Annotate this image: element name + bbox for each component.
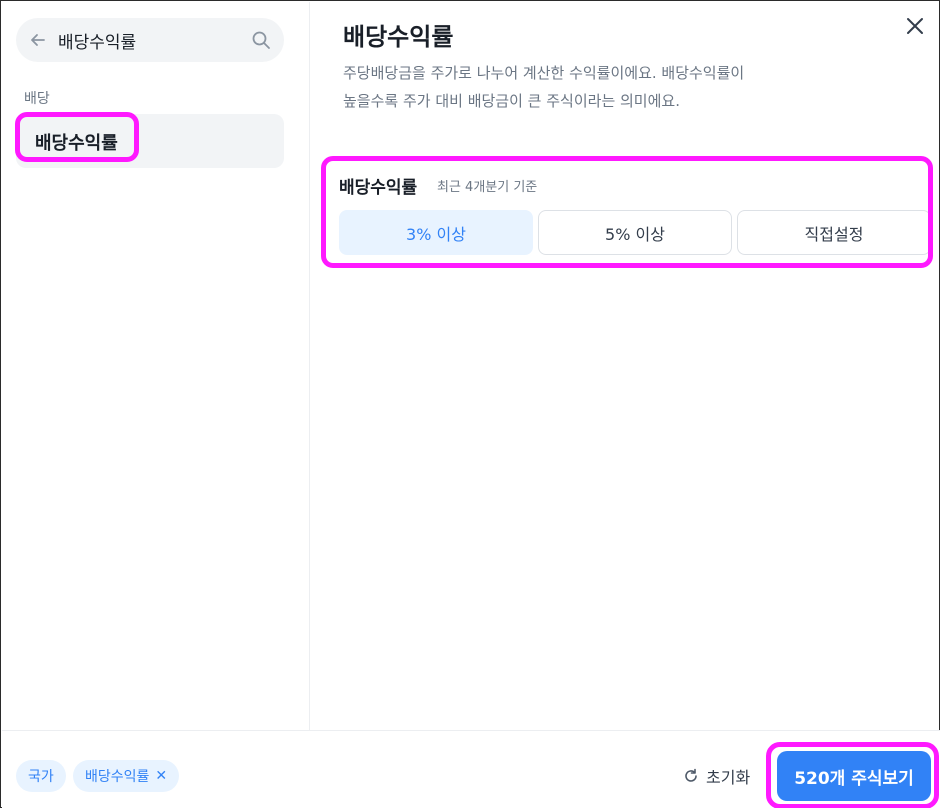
reset-label: 초기화: [706, 768, 751, 787]
sidebar-item-label: 배당수익률: [35, 133, 118, 154]
chip-label: 배당수익률: [85, 769, 150, 785]
option-label: 직접설정: [804, 224, 864, 244]
option-custom[interactable]: 직접설정: [737, 210, 931, 255]
reset-button[interactable]: 초기화: [682, 763, 750, 789]
panel-description: 주당배당금을 주가로 나누어 계산한 수익률이에요. 배당수익률이 높을수록 주…: [343, 59, 883, 115]
filter-subtitle: 최근 4개분기 기준: [437, 180, 538, 195]
option-label: 3% 이상: [406, 224, 466, 244]
option-3-percent[interactable]: 3% 이상: [339, 210, 533, 255]
option-label: 5% 이상: [605, 224, 665, 244]
option-5-percent[interactable]: 5% 이상: [538, 210, 732, 255]
left-panel: 배당수익률 배당 배당수익률: [2, 2, 310, 730]
search-bar[interactable]: 배당수익률: [16, 18, 284, 62]
panel-title: 배당수익률: [343, 23, 454, 51]
screener-window: 배당수익률 배당 배당수익률 배당수익률 주당배당금을 주가로 나누어 계산한 …: [0, 0, 940, 808]
search-icon[interactable]: [250, 29, 272, 51]
arrow-left-icon[interactable]: [28, 30, 48, 50]
search-input[interactable]: 배당수익률: [58, 28, 250, 53]
chip-dividend-yield[interactable]: 배당수익률 ✕: [73, 760, 180, 792]
description-line: 높을수록 주가 대비 배당금이 큰 주식이라는 의미에요.: [343, 92, 680, 110]
description-line: 주당배당금을 주가로 나누어 계산한 수익률이에요. 배당수익률이: [343, 64, 745, 82]
view-stocks-button[interactable]: 520개 주식보기: [777, 751, 931, 801]
category-label: 배당: [24, 91, 50, 107]
sidebar-item-dividend-yield[interactable]: 배당수익률: [16, 114, 284, 168]
close-icon[interactable]: ✕: [155, 768, 167, 784]
footer-bar: 국가 배당수익률 ✕ 초기화 520개 주식보기: [2, 730, 940, 808]
right-panel: 배당수익률 주당배당금을 주가로 나누어 계산한 수익률이에요. 배당수익률이 …: [311, 2, 939, 730]
filter-name: 배당수익률: [339, 178, 418, 198]
chip-label: 국가: [28, 769, 54, 785]
close-icon[interactable]: [903, 14, 927, 38]
chip-country[interactable]: 국가: [16, 760, 66, 792]
refresh-icon: [682, 767, 700, 785]
